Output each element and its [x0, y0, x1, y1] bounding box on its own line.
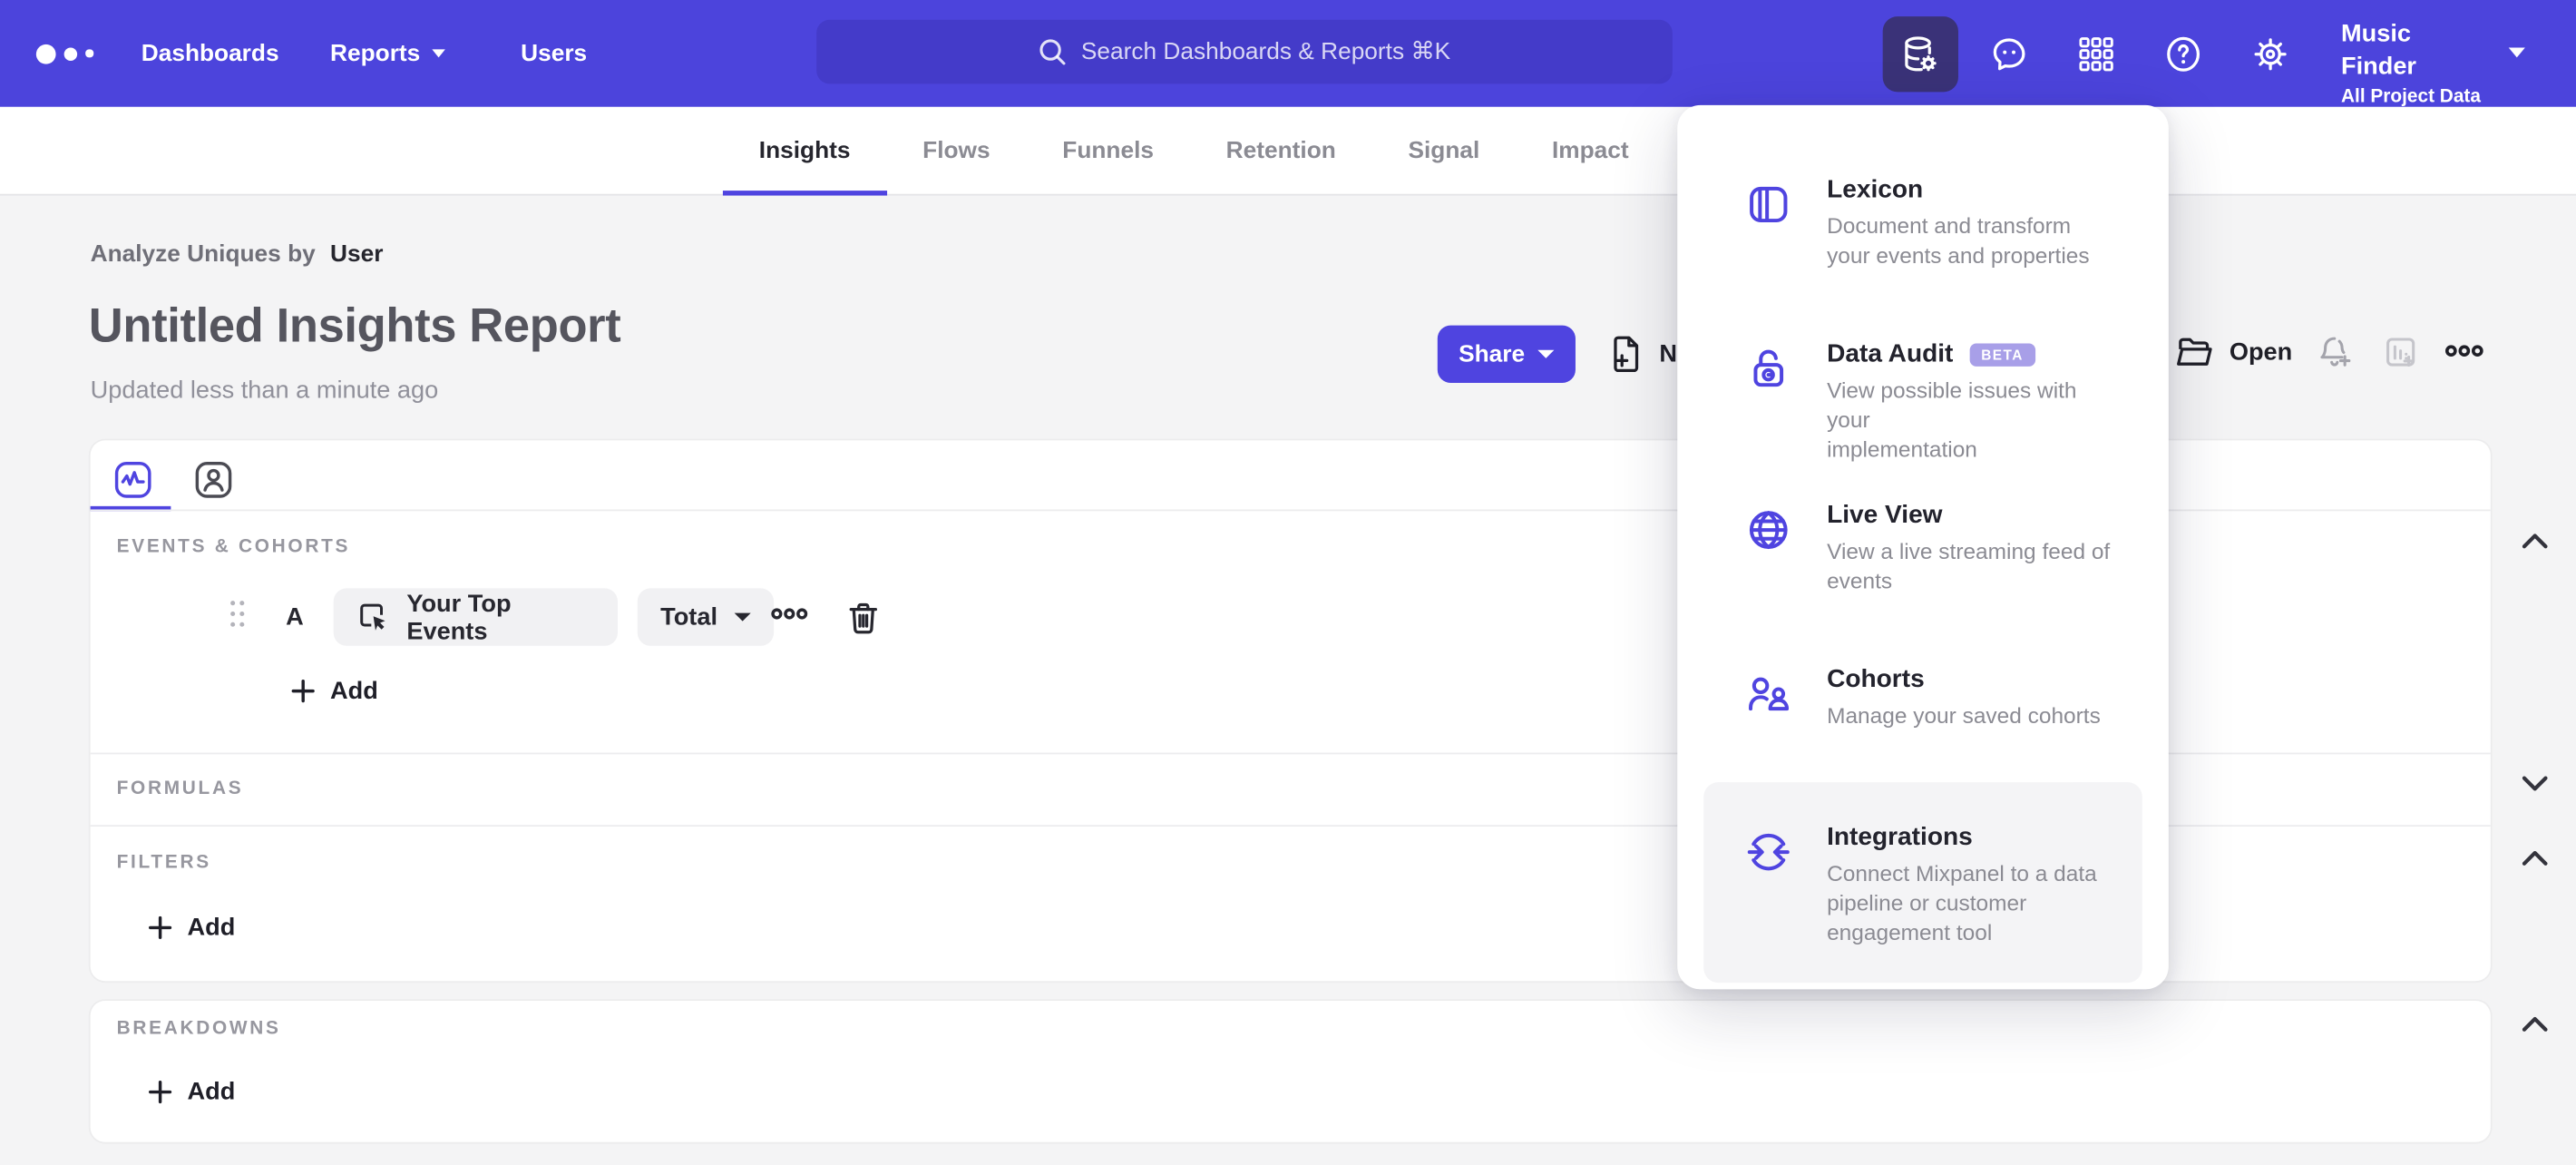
apps-grid-button[interactable]: [2076, 34, 2115, 73]
aggregation-selector[interactable]: Total: [637, 588, 774, 646]
report-more-menu-button[interactable]: [2444, 344, 2483, 358]
database-gear-icon: [1905, 36, 1937, 72]
share-button[interactable]: Share: [1437, 325, 1576, 384]
collapse-events-button[interactable]: [2520, 531, 2550, 551]
app-window: Dashboards Reports Users Search Dashboar…: [0, 0, 2576, 1165]
tab-impact[interactable]: Impact: [1516, 107, 1664, 194]
drag-dots-icon: [230, 601, 245, 627]
tab-insights[interactable]: Insights: [722, 107, 886, 196]
breakdowns-section-header: BREAKDOWNS: [116, 1018, 281, 1039]
add-breakdown-button[interactable]: Add: [148, 1078, 235, 1106]
chat-bubble-icon: [1993, 38, 2025, 71]
trash-icon: [849, 602, 878, 634]
project-switcher[interactable]: Music Finder All Project Data: [2341, 18, 2489, 110]
nav-item-dashboards[interactable]: Dashboards: [141, 0, 279, 107]
nav-item-users[interactable]: Users: [521, 0, 587, 107]
data-management-dropdown: Lexicon Document and transform your event…: [1677, 104, 2169, 990]
board-chart-plus-icon: [2386, 338, 2415, 367]
event-row-more-button[interactable]: [770, 606, 808, 621]
pulse-chart-icon: [114, 462, 151, 498]
more-dots-icon: [2445, 345, 2483, 357]
events-section-header: EVENTS & COHORTS: [116, 537, 351, 558]
data-management-button[interactable]: [1882, 16, 1958, 93]
profiles-view-tab[interactable]: [192, 458, 235, 501]
top-nav: Dashboards Reports Users Search Dashboar…: [0, 0, 2576, 107]
integrations-sync-icon: [1747, 833, 1790, 871]
event-selector[interactable]: Your Top Events: [333, 588, 619, 646]
chevron-up-icon: [2522, 850, 2548, 866]
globe-icon: [1749, 511, 1788, 549]
chevron-down-icon: [1537, 349, 1555, 358]
settings-button[interactable]: [2250, 34, 2289, 73]
add-event-button[interactable]: Add: [291, 677, 378, 705]
menu-item-data-audit[interactable]: Data Audit BETA View possible issues with…: [1703, 318, 2142, 485]
nav-item-reports[interactable]: Reports: [330, 0, 445, 107]
folder-open-icon: [2177, 338, 2212, 366]
bell-plus-icon: [2320, 337, 2351, 367]
beta-badge: BETA: [1969, 343, 2035, 367]
help-icon: [2167, 36, 2200, 72]
chevron-down-icon: [734, 612, 751, 622]
tab-retention[interactable]: Retention: [1190, 107, 1372, 194]
analysis-entity-selector[interactable]: User: [330, 241, 383, 268]
project-scope: All Project Data: [2340, 86, 2481, 107]
person-card-icon: [195, 462, 232, 498]
add-filter-button[interactable]: Add: [148, 914, 235, 942]
menu-item-lexicon[interactable]: Lexicon Document and transform your event…: [1703, 154, 2142, 290]
chevron-down-icon: [2522, 776, 2548, 791]
formulas-section-header: FORMULAS: [116, 778, 244, 799]
mixpanel-logo-icon[interactable]: [35, 0, 93, 107]
tab-flows[interactable]: Flows: [886, 107, 1026, 194]
event-icon: [360, 603, 385, 631]
chevron-down-icon: [431, 49, 445, 58]
delete-event-button[interactable]: [846, 600, 881, 636]
cohorts-people-icon: [1749, 677, 1790, 711]
report-tabbar: Insights Flows Funnels Retention Signal …: [0, 106, 2576, 196]
lock-audit-icon: [1753, 349, 1784, 387]
filters-section-header: FILTERS: [116, 853, 211, 873]
drag-handle[interactable]: [229, 598, 247, 629]
chevron-up-icon: [2522, 534, 2548, 549]
updated-timestamp: Updated less than a minute ago: [90, 376, 439, 405]
lexicon-book-icon: [1750, 186, 1788, 223]
collapse-filters-button[interactable]: [2520, 848, 2550, 868]
series-label: A: [286, 602, 304, 631]
grid-icon: [2079, 37, 2113, 72]
chevron-up-icon: [2522, 1016, 2548, 1032]
feedback-button[interactable]: [1989, 34, 2028, 73]
expand-formulas-button[interactable]: [2520, 774, 2550, 794]
plus-icon: [291, 680, 315, 703]
menu-item-cohorts[interactable]: Cohorts Manage your saved cohorts: [1703, 644, 2142, 751]
plus-icon: [149, 1080, 172, 1104]
plus-icon: [149, 915, 172, 940]
project-name: Music Finder: [2340, 19, 2417, 81]
analysis-type-label: Analyze Uniques by: [90, 241, 316, 269]
page-title[interactable]: Untitled Insights Report: [89, 300, 621, 355]
file-plus-icon: [1614, 336, 1639, 373]
search-placeholder: Search Dashboards & Reports ⌘K: [1080, 38, 1451, 65]
chevron-down-icon[interactable]: [2508, 47, 2525, 58]
menu-item-live-view[interactable]: Live View View a live streaming feed of e…: [1703, 480, 2142, 616]
metrics-view-tab[interactable]: [112, 458, 154, 501]
tab-signal[interactable]: Signal: [1372, 107, 1517, 194]
breadcrumb: Analyze Uniques by User: [91, 241, 384, 268]
search-input[interactable]: Search Dashboards & Reports ⌘K: [816, 19, 1673, 84]
search-icon: [1039, 39, 1066, 65]
help-button[interactable]: [2163, 34, 2202, 73]
open-report-button[interactable]: Open: [2175, 334, 2292, 370]
menu-item-integrations[interactable]: Integrations Connect Mixpanel to a data p…: [1703, 782, 2142, 984]
collapse-breakdowns-button[interactable]: [2520, 1014, 2550, 1034]
more-dots-icon: [771, 608, 808, 620]
tab-funnels[interactable]: Funnels: [1026, 107, 1189, 194]
add-to-board-button[interactable]: [2382, 334, 2420, 372]
breakdowns-card: BREAKDOWNS Add: [90, 1001, 2548, 1142]
alert-bell-plus-button[interactable]: [2317, 334, 2355, 372]
gear-icon: [2254, 38, 2287, 71]
